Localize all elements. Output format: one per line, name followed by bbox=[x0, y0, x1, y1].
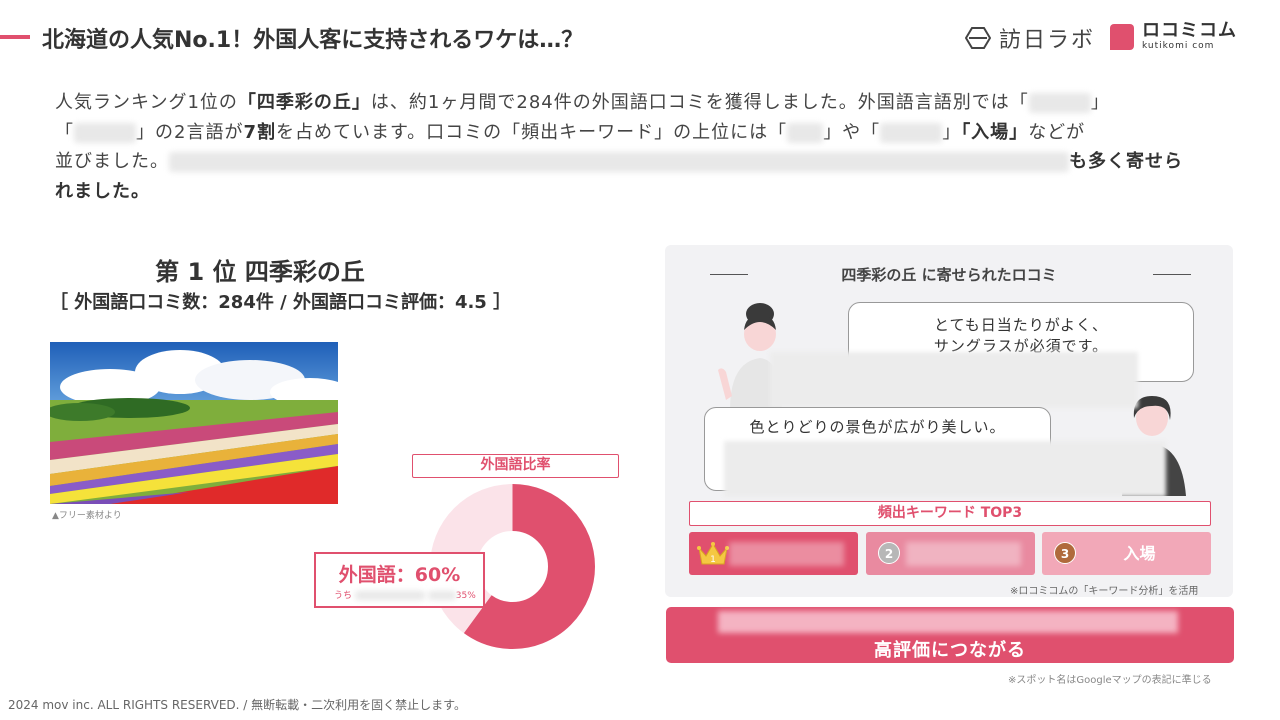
kutikomi-logo-subtext: kutikomi com bbox=[1142, 41, 1215, 51]
intro-text: 」や「 bbox=[823, 121, 881, 143]
redacted-text bbox=[880, 122, 943, 143]
speech-bubble-logo-icon bbox=[1110, 23, 1134, 50]
hexagon-logo-icon bbox=[965, 27, 991, 49]
intro-text: 「 bbox=[55, 121, 74, 143]
breakdown-prefix: うち bbox=[334, 591, 353, 601]
intro-highlight: れました。 bbox=[55, 180, 150, 202]
intro-text: を占めています。口コミの「頻出キーワード」の上位には「 bbox=[275, 121, 788, 143]
intro-paragraph: 人気ランキング1位の「四季彩の丘」は、約1ヶ月間で284件の外国語口コミを獲得し… bbox=[55, 88, 1215, 206]
keyword-rank-3: 3 入場 bbox=[1042, 532, 1211, 575]
hojin-lab-logo: 訪日ラボ bbox=[965, 22, 1095, 54]
flower-field-photo bbox=[50, 342, 338, 504]
keyword-word bbox=[729, 542, 844, 566]
intro-keyword: 「入場」 bbox=[961, 121, 1029, 143]
hojin-lab-logo-text: 訪日ラボ bbox=[999, 28, 1096, 53]
ranking-title: 第 1 位 四季彩の丘 bbox=[155, 258, 365, 286]
redacted-text bbox=[74, 122, 136, 143]
breakdown-suffix: 35% bbox=[455, 591, 476, 601]
spot-name-note: ※スポット名はGoogleマップの表記に準じる bbox=[1008, 675, 1212, 686]
intro-text: などが bbox=[1028, 121, 1086, 143]
intro-highlight: も多く寄せら bbox=[1069, 151, 1183, 172]
keyword-word: 入場 bbox=[1123, 544, 1156, 563]
intro-text: 」の2言語が bbox=[136, 121, 244, 143]
foreign-ratio-breakdown: うち 35% bbox=[334, 588, 476, 601]
kutikomi-logo: ロコミコム kutikomi com bbox=[1110, 22, 1237, 51]
keyword-rank-1: 1 bbox=[689, 532, 858, 575]
conclusion-banner: 高評価につながる bbox=[666, 607, 1234, 663]
keyword-word bbox=[906, 542, 1021, 566]
redacted-text bbox=[169, 152, 1069, 172]
intro-text: 人気ランキング1位の bbox=[55, 92, 238, 113]
keyword-rank-number: 2 bbox=[878, 542, 900, 564]
foreign-language-ratio-label: 外国語比率 bbox=[412, 454, 619, 478]
crown-icon: 1 bbox=[697, 542, 729, 565]
intro-spot-name: 「四季彩の丘」 bbox=[237, 92, 371, 113]
ranking-subtitle: ［ 外国語口コミ数：284件 / 外国語口コミ評価：4.5 ］ bbox=[50, 292, 512, 313]
intro-highlight: 7割 bbox=[243, 121, 276, 143]
foreign-ratio-value: 外国語：60% bbox=[338, 564, 461, 586]
top-keywords-title: 頻出キーワード TOP3 bbox=[689, 501, 1211, 526]
keyword-rank-number: 1 bbox=[710, 555, 716, 565]
redacted-text bbox=[427, 591, 456, 600]
review-panel-title: 四季彩の丘 に寄せられたロコミ bbox=[841, 266, 1057, 284]
keyword-rank-number: 3 bbox=[1054, 542, 1076, 564]
photo-credit: ▲フリー素材より bbox=[52, 511, 122, 521]
redacted-review-translation bbox=[770, 352, 1138, 408]
intro-text: 」 bbox=[1090, 92, 1110, 113]
keyword-note: ※ロコミコムの「キーワード分析」を活用 bbox=[1010, 586, 1199, 597]
intro-text: 並びました。 bbox=[55, 151, 169, 172]
review-text: とても日当たりがよく、 bbox=[933, 316, 1109, 334]
redacted-review-translation bbox=[724, 441, 1166, 497]
review-text: 色とりどりの景色が広がり美しい。 bbox=[749, 418, 1006, 436]
footer-copyright: 2024 mov inc. ALL RIGHTS RESERVED. / 無断転… bbox=[8, 698, 466, 712]
redacted-text bbox=[718, 611, 1178, 633]
header-accent-bar bbox=[0, 35, 30, 39]
intro-text: 」 bbox=[942, 121, 962, 143]
conclusion-text: 高評価につながる bbox=[874, 640, 1026, 661]
keyword-rank-2: 2 bbox=[866, 532, 1035, 575]
foreign-ratio-callout: 外国語：60% うち 35% bbox=[314, 552, 485, 608]
page-title: 北海道の人気No.1！外国人客に支持されるワケは…？ bbox=[42, 28, 584, 53]
kutikomi-logo-text: ロコミコム bbox=[1142, 20, 1237, 41]
redacted-text bbox=[354, 591, 425, 600]
intro-text: は、約1ヶ月間で284件の外国語口コミを獲得しました。外国語言語別では「 bbox=[370, 92, 1029, 113]
redacted-text bbox=[787, 122, 824, 143]
redacted-text bbox=[1028, 93, 1091, 113]
